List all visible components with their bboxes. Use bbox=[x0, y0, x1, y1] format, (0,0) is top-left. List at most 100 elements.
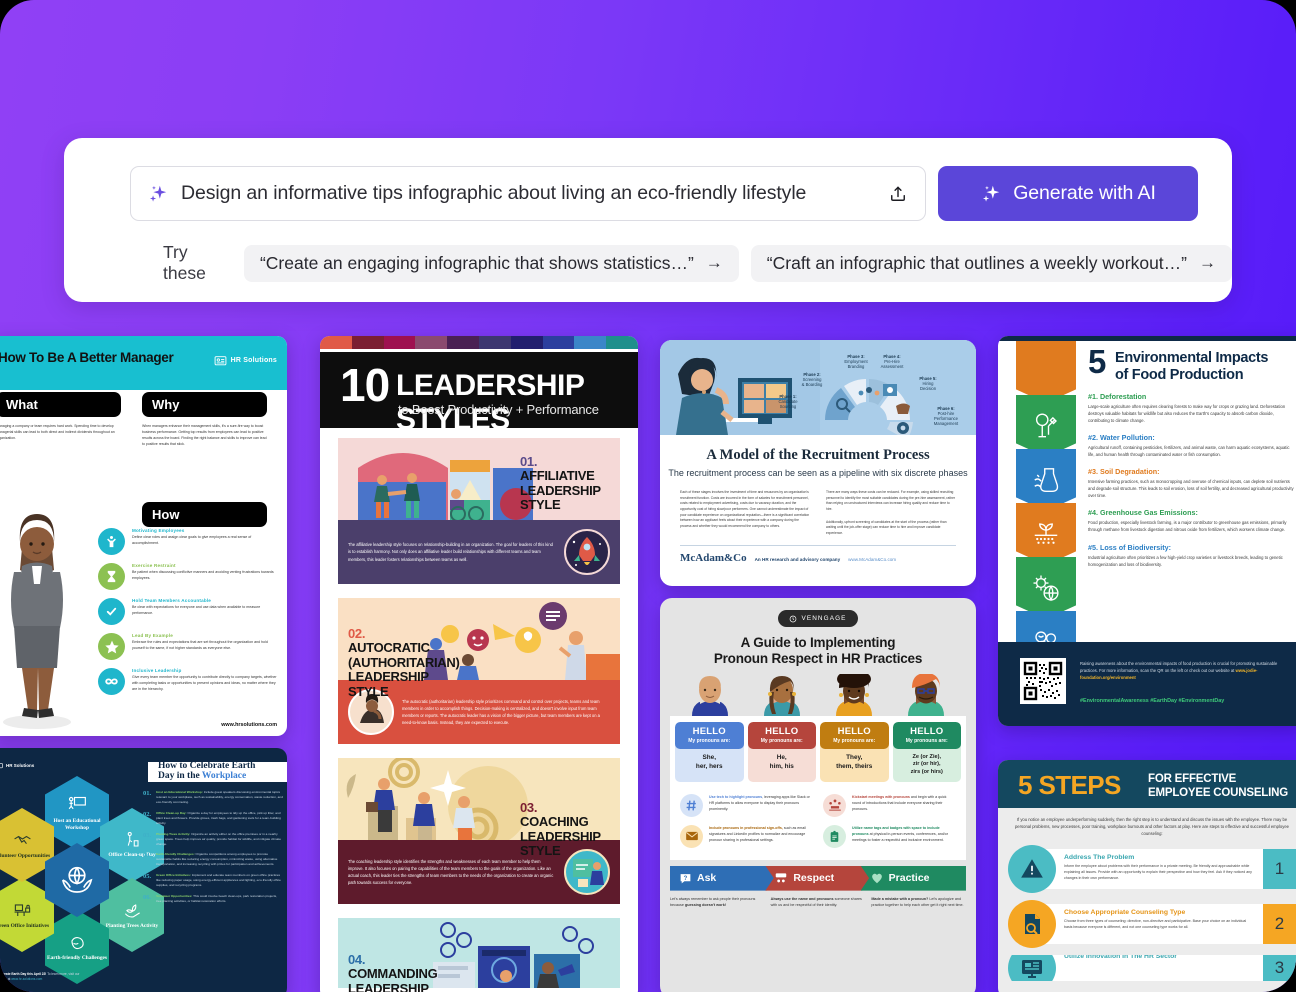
strip-swatch bbox=[542, 336, 575, 349]
manager-step-body: Be clear with expectations for everyone … bbox=[132, 605, 261, 615]
manager-why-body: When managers enhance their management s… bbox=[142, 424, 267, 447]
pronoun-title: A Guide to Implementing Pronoun Respect … bbox=[660, 635, 976, 668]
leadership-style-1-caption: 01. AFFILIATIVE LEADERSHIP STYLE bbox=[520, 454, 630, 513]
four-people-illustration bbox=[692, 668, 944, 716]
pronoun-hello-label: HELLO bbox=[837, 725, 871, 737]
infographic-card-leadership-styles[interactable]: 10 LEADERSHIP STYLES to Boost Productivi… bbox=[320, 336, 638, 992]
pronoun-tip: Include pronouns in professional sign-of… bbox=[675, 821, 818, 852]
earthday-footer-link[interactable]: www.hr-solutions.com bbox=[11, 977, 42, 981]
pronoun-sub-label: My pronouns are: bbox=[760, 737, 803, 744]
pronoun-tag-they: HELLO My pronouns are: They, them, their… bbox=[820, 721, 889, 782]
earthday-item-text: Green Office Initiatives: Implement and … bbox=[156, 873, 283, 888]
environment-chevron-4 bbox=[1016, 503, 1076, 565]
pronoun-arrow-row: ? Ask Respect Practice bbox=[670, 865, 966, 891]
steps-subheadline: FOR EFFECTIVE EMPLOYEE COUNSELING bbox=[1148, 772, 1288, 801]
pronoun-tag-he: HELLO My pronouns are: He, him, his bbox=[747, 721, 816, 782]
pronoun-tips-grid: Use tech to highlight pronouns, leveragi… bbox=[675, 790, 961, 852]
pronoun-bottom-col: Let's always remember to ask people thei… bbox=[670, 896, 765, 909]
earthday-hex-center bbox=[45, 843, 109, 917]
leadership-style-3-caption: 03. COACHING LEADERSHIP STYLE bbox=[520, 800, 630, 859]
pronoun-tip-bold: Kickstart meetings with pronouns bbox=[852, 794, 910, 799]
infographic-card-earth-day[interactable]: HR Solutions How to Celebrate Earth Day … bbox=[0, 748, 287, 992]
environment-hashtags: #EnvironmentalAwareness #EarthDay #Envir… bbox=[1080, 698, 1225, 704]
steps-body: Choose from three types of counseling: d… bbox=[1064, 918, 1247, 929]
leadership-style-1-name: AFFILIATIVE LEADERSHIP STYLE bbox=[520, 468, 601, 513]
suggestion-chip-1[interactable]: “Create an engaging infographic that sho… bbox=[243, 244, 739, 282]
manager-step: Exercise Restraint Be patient when discu… bbox=[98, 563, 278, 590]
leadership-style-1-description: The affiliative leadership style focuses… bbox=[348, 542, 553, 562]
pronoun-tip-text: Use tech to highlight pronouns, leveragi… bbox=[709, 794, 813, 817]
recruitment-title: A Model of the Recruitment Process bbox=[706, 447, 930, 463]
environment-section: #1. Deforestation Large-scale agricultur… bbox=[1088, 392, 1296, 424]
earthday-hex-workshop: Host an Educational Workshop bbox=[45, 776, 109, 850]
recruitment-url[interactable]: www.McAdam&Co.com bbox=[848, 557, 896, 562]
steps-panel-3: Utilize Innovation In The HR Sector bbox=[1042, 954, 1263, 981]
earthday-item-bold: Earth-friendly Challenges: bbox=[156, 852, 195, 857]
recruitment-column-right-p2: Additionally, upfront screening of candi… bbox=[826, 519, 947, 535]
pronoun-value: She, her, hers bbox=[695, 753, 723, 770]
environment-chevron-5 bbox=[1016, 557, 1076, 619]
environment-heading: 5 Environmental Impacts of Food Productio… bbox=[1088, 345, 1296, 383]
environment-chevron-3 bbox=[1016, 449, 1076, 511]
infographic-card-recruitment[interactable]: Phase 1: Candidate Sourcing Phase 2: Scr… bbox=[660, 340, 976, 586]
environment-section: #3. Soil Degradation: Intensive farming … bbox=[1088, 467, 1296, 499]
earthday-list-item: 04. Earth-friendly Challenges: Organize … bbox=[143, 852, 283, 867]
infographic-card-environmental-impacts[interactable]: 5 Environmental Impacts of Food Productio… bbox=[998, 336, 1296, 726]
earthday-item-number: 04. bbox=[143, 852, 152, 860]
steps-subheadline-line1: FOR EFFECTIVE bbox=[1148, 773, 1237, 785]
leadership-style-1-number: 01. bbox=[520, 454, 538, 469]
environment-section-body: Industrial agriculture often prioritizes… bbox=[1088, 554, 1283, 567]
earthday-title: How to Celebrate Earth Day in the Workpl… bbox=[158, 761, 255, 782]
strip-swatch bbox=[574, 336, 607, 349]
earthday-item-number: 06. bbox=[143, 894, 152, 902]
infographic-card-5-steps[interactable]: 5 STEPS FOR EFFECTIVE EMPLOYEE COUNSELIN… bbox=[998, 760, 1296, 992]
earthday-title-line2-pre: Day in the bbox=[158, 771, 202, 781]
generate-with-ai-button[interactable]: Generate with AI bbox=[938, 166, 1198, 221]
environment-section-title: #5. Loss of Biodiversity: bbox=[1088, 542, 1172, 552]
earthday-item-bold: Host an Educational Workshop: bbox=[156, 790, 203, 794]
environment-section-body: Intensive farming practices, such as mon… bbox=[1088, 479, 1294, 499]
earthday-list-item: 05. Green Office Initiatives: Implement … bbox=[143, 873, 283, 888]
pronoun-bottom-col: Always use the name and pronouns someone… bbox=[771, 896, 866, 909]
strip-swatch bbox=[510, 336, 543, 349]
leadership-style-2-caption: 02. AUTOCRATIC (AUTHORITARIAN) LEADERSHI… bbox=[348, 626, 468, 699]
steps-title: Choose Appropriate Counseling Type bbox=[1064, 908, 1186, 916]
infographic-gallery: How To Be A Better Manager HR Solutions … bbox=[0, 336, 1296, 992]
steps-row-1: Address The Problem Inform the employee … bbox=[1008, 844, 1296, 893]
pronoun-tip-bold: Include pronouns in professional sign-of… bbox=[709, 825, 783, 830]
manager-step: Lead By Example Embrace the rules and ex… bbox=[98, 633, 278, 660]
infographic-card-better-manager[interactable]: How To Be A Better Manager HR Solutions … bbox=[0, 336, 287, 736]
infinity-icon bbox=[98, 668, 125, 695]
emissions-icon bbox=[1033, 575, 1059, 602]
pronoun-hello-label: HELLO bbox=[692, 725, 726, 737]
earthday-item-text: Office Clean-up Day: Organize a day for … bbox=[156, 811, 283, 826]
prompt-text-value[interactable]: Design an informative tips infographic a… bbox=[181, 182, 873, 205]
rocket-icon bbox=[564, 529, 610, 575]
pronoun-tag-header: HELLO My pronouns are: bbox=[747, 721, 816, 749]
strip-swatch bbox=[606, 336, 638, 349]
manager-how-column: How bbox=[142, 502, 267, 527]
id-card-icon bbox=[0, 763, 3, 769]
earthday-numbered-list: 01. Host an Educational Workshop: Includ… bbox=[143, 790, 283, 910]
upload-button[interactable] bbox=[885, 181, 911, 207]
steps-number: 3 bbox=[1263, 954, 1296, 981]
handshake-icon bbox=[13, 835, 31, 844]
pronoun-title-line1: A Guide to Implementing bbox=[740, 635, 896, 650]
earthday-hex-label: Planting Trees Activity bbox=[105, 922, 159, 929]
sparkle-icon bbox=[149, 185, 167, 202]
steps-header: 5 STEPS FOR EFFECTIVE EMPLOYEE COUNSELIN… bbox=[998, 760, 1296, 808]
prompt-input[interactable]: Design an informative tips infographic a… bbox=[130, 166, 926, 221]
pronoun-people-illustration bbox=[660, 668, 976, 716]
earthday-title-line2-highlight: Workplace bbox=[201, 771, 247, 781]
earthday-hex-label: Green Office Initiatives bbox=[0, 922, 50, 929]
manager-step-title: Lead By Example bbox=[132, 633, 174, 638]
leadership-style-1-description-panel: The affiliative leadership style focuses… bbox=[338, 520, 620, 584]
pronoun-sub-label: My pronouns are: bbox=[905, 737, 948, 744]
document-search-icon bbox=[1008, 899, 1056, 948]
steps-title: Utilize Innovation In The HR Sector bbox=[1064, 954, 1177, 960]
suggestion-chip-2[interactable]: “Craft an infographic that outlines a we… bbox=[750, 244, 1232, 282]
manager-step-body: Define clear roles and assign clear goal… bbox=[132, 535, 252, 545]
environment-section-body: Food production, especially livestock fa… bbox=[1088, 520, 1287, 533]
infographic-card-pronoun-respect[interactable]: VENNGAGE A Guide to Implementing Pronoun… bbox=[660, 598, 976, 992]
recruitment-subtitle: The recruitment process can be seen as a… bbox=[668, 468, 968, 478]
